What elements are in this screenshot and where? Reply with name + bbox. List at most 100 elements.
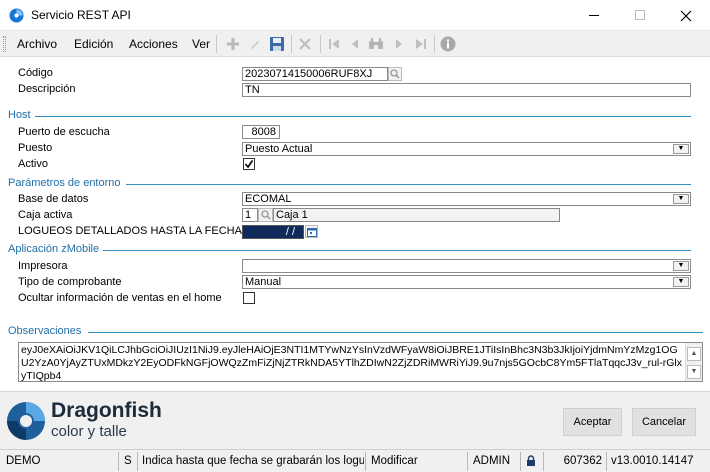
puerto-label: Puerto de escucha — [18, 126, 110, 138]
base-label: Base de datos — [18, 193, 89, 205]
puerto-field[interactable]: 8008 — [242, 125, 280, 139]
save-icon — [270, 37, 284, 51]
base-value: ECOMAL — [245, 193, 292, 205]
scroll-down-icon[interactable]: ▼ — [687, 365, 701, 379]
status-separator — [365, 452, 366, 471]
impresora-label: Impresora — [18, 260, 68, 272]
status-user: ADMIN — [473, 455, 511, 467]
logueos-label: LOGUEOS DETALLADOS HASTA LA FECHA — [18, 225, 242, 237]
host-section-title: Host — [8, 109, 31, 121]
entorno-section-title: Parámetros de entorno — [8, 177, 121, 189]
info-icon — [440, 36, 456, 52]
delete-icon — [299, 38, 311, 50]
ocultar-checkbox[interactable] — [243, 292, 255, 304]
brand-tagline: color y talle — [51, 423, 127, 440]
maximize-button[interactable] — [617, 0, 663, 31]
observaciones-textarea[interactable]: eyJ0eXAiOiJKV1QiLCJhbGciOiJIUzI1NiJ9.eyJ… — [18, 342, 703, 382]
chevron-down-icon[interactable]: ▼ — [673, 277, 689, 287]
info-button[interactable] — [439, 35, 457, 53]
status-number: 607362 — [563, 455, 602, 467]
plus-icon — [227, 38, 239, 50]
comprobante-select[interactable]: Manual ▼ — [242, 275, 691, 289]
menu-acciones[interactable]: Acciones — [129, 37, 178, 51]
scroll-up-icon[interactable]: ▲ — [687, 347, 701, 361]
save-button[interactable] — [268, 35, 286, 53]
brand-name: Dragonfish — [51, 399, 162, 422]
first-button[interactable] — [325, 35, 343, 53]
toolbar-separator — [291, 35, 292, 53]
accept-button[interactable]: Aceptar — [563, 408, 622, 436]
magnifier-icon — [260, 210, 271, 220]
activo-checkbox[interactable] — [243, 158, 255, 170]
status-database: DEMO — [6, 455, 41, 467]
edit-button[interactable] — [246, 35, 264, 53]
maximize-icon — [634, 10, 645, 20]
status-state: Modificar — [371, 455, 418, 467]
first-icon — [329, 39, 339, 49]
menu-archivo[interactable]: Archivo — [17, 37, 57, 51]
comprobante-value: Manual — [245, 276, 282, 288]
title-bar: Servicio REST API — [0, 0, 710, 31]
edit-icon — [251, 41, 259, 49]
app-logo-icon — [9, 8, 24, 23]
section-divider — [126, 184, 691, 185]
magnifier-icon — [390, 69, 400, 79]
next-button[interactable] — [390, 35, 408, 53]
activo-label: Activo — [18, 158, 48, 170]
status-mode: S — [124, 455, 132, 467]
puesto-label: Puesto — [18, 142, 53, 154]
close-button[interactable] — [663, 0, 709, 31]
observaciones-section-title: Observaciones — [8, 325, 82, 337]
status-separator — [467, 452, 468, 471]
status-bar: DEMO S Indica hasta que fecha se grabará… — [0, 449, 710, 472]
logueos-date-field[interactable]: / / — [242, 225, 304, 239]
chevron-down-icon[interactable]: ▼ — [673, 261, 689, 271]
window-title: Servicio REST API — [31, 8, 131, 22]
chevron-down-icon[interactable]: ▼ — [673, 144, 689, 154]
observaciones-scrollbar[interactable]: ▲ ▼ — [685, 343, 702, 381]
new-button[interactable] — [224, 35, 242, 53]
status-hint: Indica hasta que fecha se grabarán los l… — [142, 455, 364, 467]
search-icon — [369, 38, 383, 49]
ocultar-label: Ocultar información de ventas en el home — [18, 292, 222, 304]
caja-number-field[interactable]: 1 — [242, 208, 258, 222]
chevron-down-icon[interactable]: ▼ — [673, 194, 689, 204]
delete-button[interactable] — [296, 35, 314, 53]
cancel-button[interactable]: Cancelar — [632, 408, 696, 436]
search-button[interactable] — [367, 35, 385, 53]
puesto-select[interactable]: Puesto Actual ▼ — [242, 142, 691, 156]
calendar-icon — [306, 227, 317, 237]
status-separator — [543, 452, 544, 471]
impresora-select[interactable]: ▼ — [242, 259, 691, 273]
caja-search-button[interactable] — [258, 208, 273, 222]
prev-button[interactable] — [346, 35, 364, 53]
prev-icon — [352, 39, 358, 49]
base-select[interactable]: ECOMAL ▼ — [242, 192, 691, 206]
codigo-search-button[interactable] — [388, 67, 402, 81]
toolbar-grip[interactable] — [3, 36, 6, 52]
section-divider — [35, 116, 691, 117]
toolbar-separator — [434, 35, 435, 53]
caja-name-field: Caja 1 — [273, 208, 560, 222]
section-divider — [103, 250, 691, 251]
menu-edicion[interactable]: Edición — [74, 37, 113, 51]
last-button[interactable] — [412, 35, 430, 53]
menu-ver[interactable]: Ver — [192, 37, 210, 51]
status-separator — [520, 452, 521, 471]
menu-bar: Archivo Edición Acciones Ver — [0, 31, 710, 57]
comprobante-label: Tipo de comprobante — [18, 276, 122, 288]
calendar-button[interactable] — [305, 225, 318, 238]
descripcion-field[interactable]: TN — [242, 83, 691, 97]
minimize-button[interactable] — [571, 0, 617, 31]
codigo-label: Código — [18, 67, 53, 79]
lock-icon — [527, 455, 535, 466]
dragonfish-logo-icon — [7, 402, 45, 440]
descripcion-label: Descripción — [18, 83, 76, 95]
caja-label: Caja activa — [18, 209, 73, 221]
toolbar-separator — [216, 35, 217, 53]
observaciones-text: eyJ0eXAiOiJKV1QiLCJhbGciOiJIUzI1NiJ9.eyJ… — [21, 344, 682, 382]
codigo-field[interactable]: 20230714150006RUF8XJ — [242, 67, 388, 81]
puesto-value: Puesto Actual — [245, 143, 313, 155]
minimize-icon — [588, 15, 599, 16]
close-icon — [680, 10, 692, 21]
